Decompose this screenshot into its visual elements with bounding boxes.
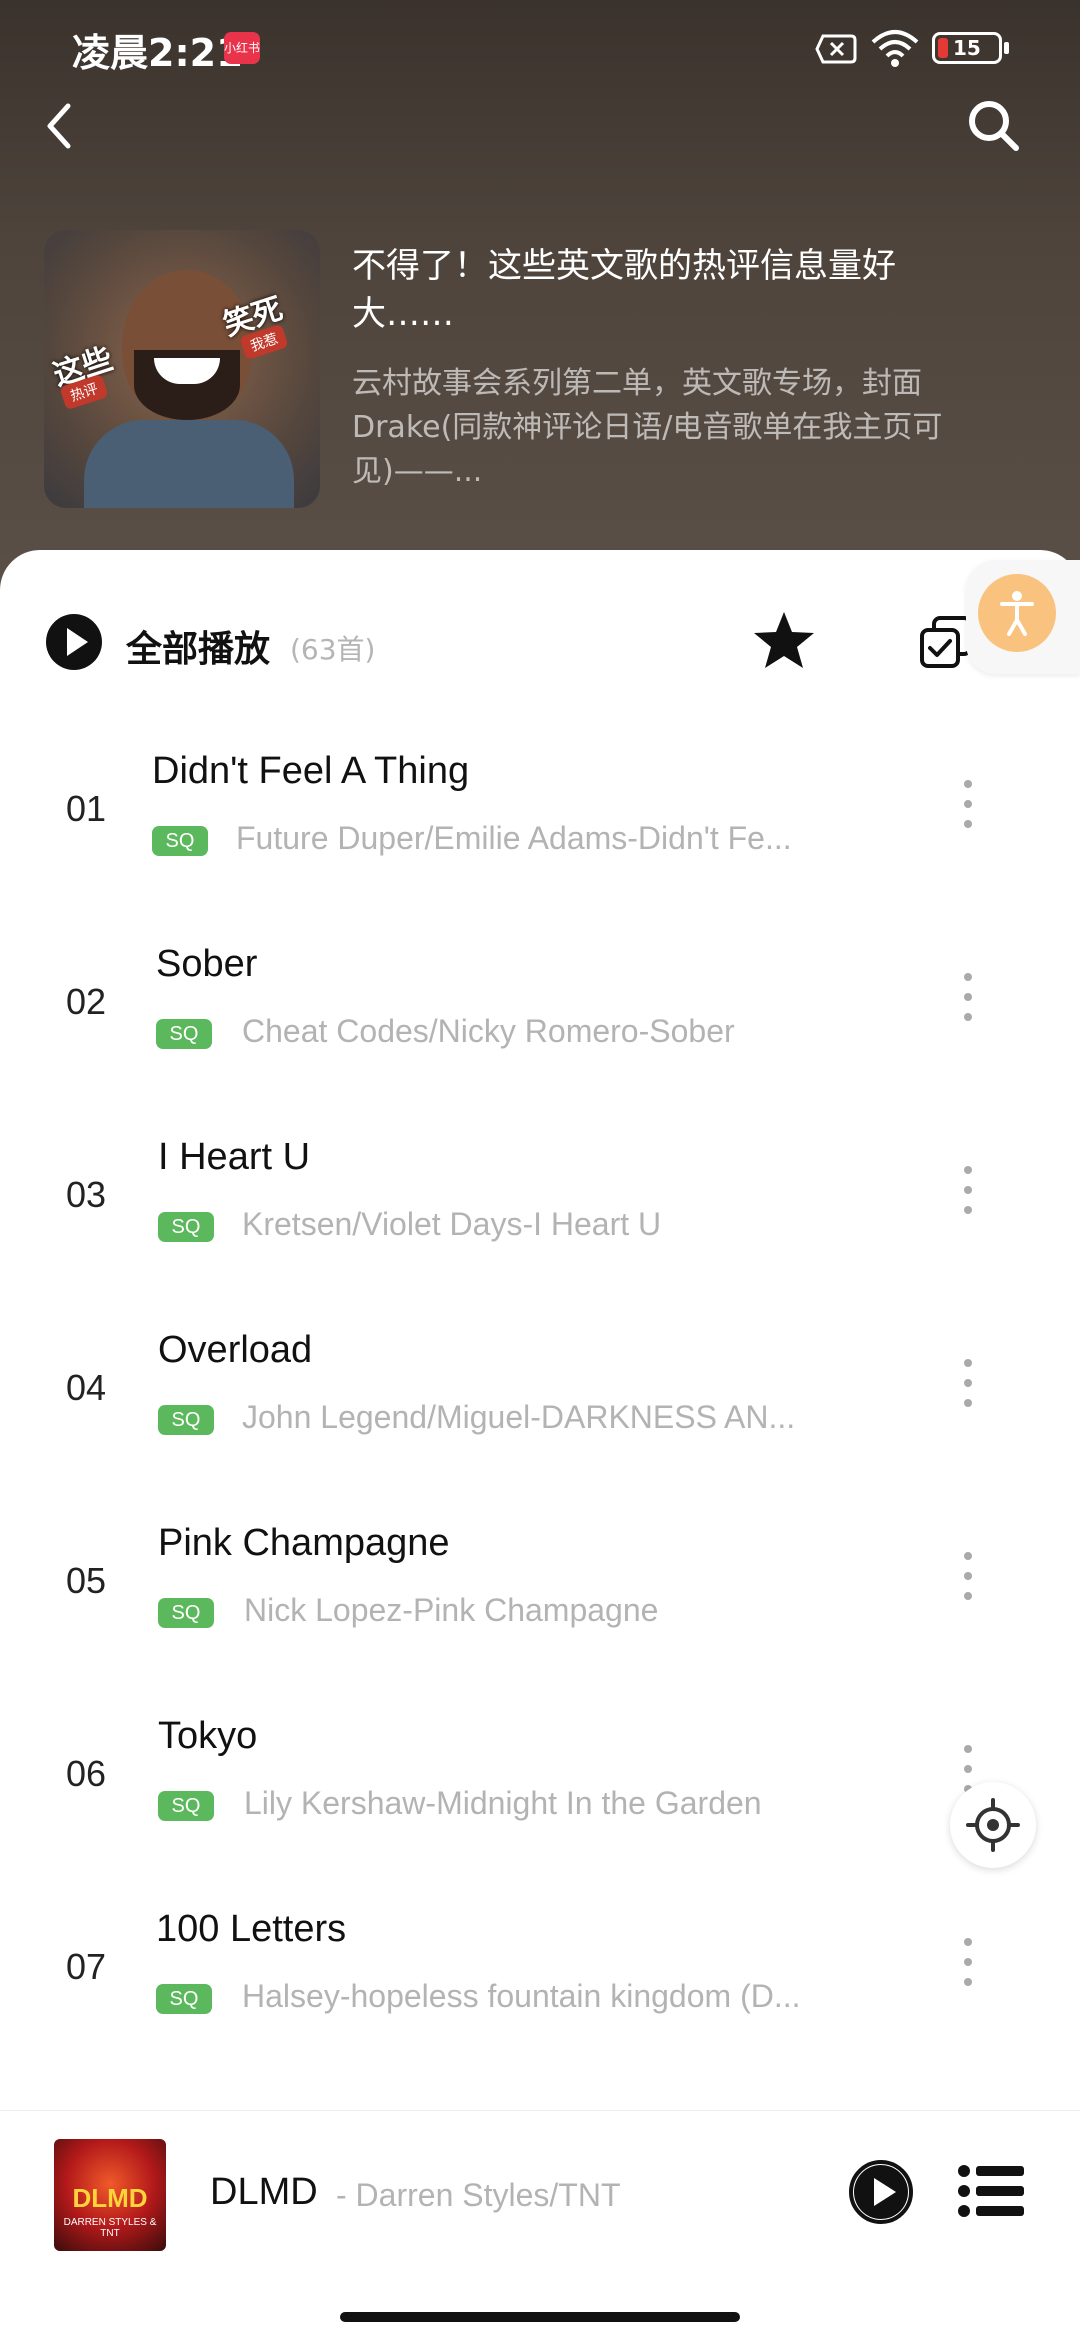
cover-figure-body <box>84 420 294 508</box>
song-index: 07 <box>66 1946 107 1987</box>
song-index: 03 <box>66 1174 107 1215</box>
song-row[interactable]: 06 Tokyo SQ Lily Kershaw-Midnight In the… <box>0 1695 1080 1888</box>
sq-badge: SQ <box>156 1984 212 2014</box>
song-artist: Halsey-hopeless fountain kingdom (D... <box>242 1978 801 2014</box>
playlist-icon[interactable] <box>956 2161 1026 2221</box>
song-title: Sober <box>156 943 258 985</box>
song-row[interactable]: 01 Didn't Feel A Thing SQ Future Duper/E… <box>0 730 1080 923</box>
more-vertical-icon[interactable] <box>958 1359 978 1419</box>
song-list: 01 Didn't Feel A Thing SQ Future Duper/E… <box>0 730 1080 2081</box>
battery-icon: 15 <box>932 32 1002 64</box>
song-artist: Cheat Codes/Nicky Romero-Sober <box>242 1013 735 1049</box>
more-vertical-icon[interactable] <box>958 780 978 840</box>
song-index: 05 <box>66 1560 107 1601</box>
app-badge: 小红书 <box>224 32 260 64</box>
accessibility-icon <box>978 574 1056 652</box>
wifi-icon <box>871 30 919 67</box>
song-index: 06 <box>66 1753 107 1794</box>
song-row[interactable]: 03 I Heart U SQ Kretsen/Violet Days-I He… <box>0 1116 1080 1309</box>
battery-level: 15 <box>953 36 981 60</box>
song-artist: Future Duper/Emilie Adams-Didn't Fe... <box>236 820 792 856</box>
song-artist: Nick Lopez-Pink Champagne <box>244 1592 659 1628</box>
playlist-title[interactable]: 不得了！这些英文歌的热评信息量好大…… <box>352 242 952 338</box>
mini-cover-text: DLMD <box>72 2183 148 2213</box>
sq-badge: SQ <box>158 1212 214 1242</box>
mini-player-artist: - Darren Styles/TNT <box>336 2177 621 2213</box>
song-row[interactable]: 05 Pink Champagne SQ Nick Lopez-Pink Cha… <box>0 1502 1080 1695</box>
sq-badge: SQ <box>158 1791 214 1821</box>
status-bar: 凌晨2:21 小红书 15 <box>0 0 1080 100</box>
sq-badge: SQ <box>158 1405 214 1435</box>
song-title: Didn't Feel A Thing <box>152 750 470 792</box>
play-circle-icon[interactable] <box>44 612 104 672</box>
locate-icon <box>966 1798 1020 1852</box>
song-row[interactable]: 04 Overload SQ John Legend/Miguel-DARKNE… <box>0 1309 1080 1502</box>
more-vertical-icon[interactable] <box>958 1938 978 1998</box>
more-vertical-icon[interactable] <box>958 1552 978 1612</box>
search-icon[interactable] <box>964 96 1024 156</box>
song-index: 04 <box>66 1367 107 1408</box>
play-all-button[interactable]: 全部播放 <box>126 620 270 672</box>
song-index: 02 <box>66 981 107 1022</box>
play-icon[interactable] <box>848 2159 914 2225</box>
sq-badge: SQ <box>158 1598 214 1628</box>
song-row[interactable]: 07 100 Letters SQ Halsey-hopeless founta… <box>0 1888 1080 2081</box>
song-title: Pink Champagne <box>158 1522 450 1564</box>
playlist-toolbar: 全部播放 (63首) <box>0 550 1080 730</box>
playlist-description[interactable]: 云村故事会系列第二单，英文歌专场，封面Drake(同款神评论日语/电音歌单在我主… <box>352 362 952 494</box>
sq-badge: SQ <box>156 1019 212 1049</box>
song-artist: John Legend/Miguel-DARKNESS AN... <box>242 1399 796 1435</box>
star-icon[interactable] <box>752 608 816 672</box>
mini-player[interactable]: DLMD DARREN STYLES & TNT DLMD - Darren S… <box>0 2110 1080 2340</box>
mini-player-cover[interactable]: DLMD DARREN STYLES & TNT <box>54 2139 166 2251</box>
sq-badge: SQ <box>152 826 208 856</box>
mini-cover-subtext: DARREN STYLES & TNT <box>63 2217 157 2239</box>
battery-tip <box>1004 42 1009 54</box>
song-sheet: 全部播放 (63首) 01 Didn't Feel A Thing SQ Fut… <box>0 550 1080 2340</box>
locate-button[interactable] <box>950 1782 1036 1868</box>
song-title: Tokyo <box>158 1715 258 1757</box>
home-indicator[interactable] <box>340 2312 740 2322</box>
song-index: 01 <box>66 788 107 829</box>
song-row[interactable]: 02 Sober SQ Cheat Codes/Nicky Romero-Sob… <box>0 923 1080 1116</box>
mini-player-title: DLMD <box>210 2171 318 2213</box>
song-title: 100 Letters <box>156 1908 347 1950</box>
more-vertical-icon[interactable] <box>958 1166 978 1226</box>
song-title: Overload <box>158 1329 313 1371</box>
song-count: (63首) <box>290 633 376 666</box>
status-time: 凌晨2:21 <box>72 31 243 75</box>
back-icon[interactable] <box>36 96 86 156</box>
more-vertical-icon[interactable] <box>958 973 978 1033</box>
playlist-cover[interactable]: 这些 热评 笑死 我惹 <box>44 230 320 508</box>
song-artist: Lily Kershaw-Midnight In the Garden <box>244 1785 762 1821</box>
accessibility-button[interactable] <box>966 560 1080 674</box>
song-artist: Kretsen/Violet Days-I Heart U <box>242 1206 662 1242</box>
song-title: I Heart U <box>158 1136 311 1178</box>
no-sim-icon <box>815 34 857 64</box>
